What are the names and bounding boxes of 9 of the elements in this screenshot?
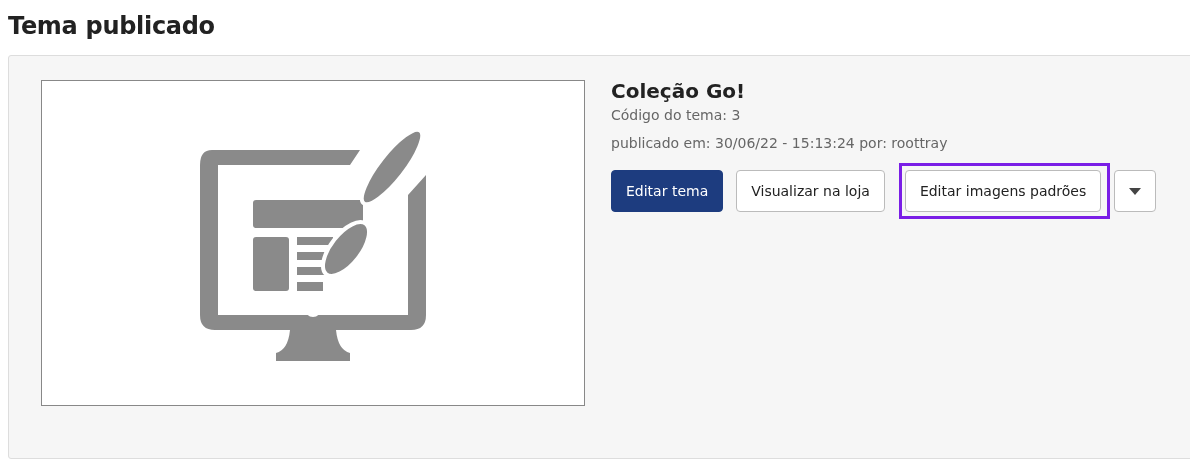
page-title: Tema publicado	[8, 11, 216, 42]
theme-code: Código do tema: 3	[611, 107, 742, 123]
action-button[interactable]: Editar imagens padrões	[904, 170, 1102, 212]
caret-icon	[1129, 187, 1142, 195]
publish-info: publicado em: 30/06/22 - 15:13:24 por: roottray	[611, 135, 949, 151]
dropdown-button[interactable]	[1114, 170, 1157, 212]
theme-name: Coleção Go!	[611, 79, 747, 103]
edit-theme-button[interactable]: Editar tema	[611, 170, 724, 212]
action-button[interactable]: Visualizar na loja	[736, 170, 885, 212]
